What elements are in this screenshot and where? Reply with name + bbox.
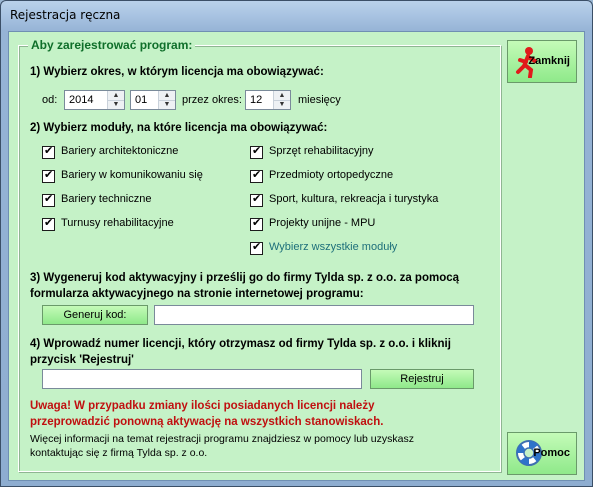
registration-window: Rejestracja ręczna Aby zarejestrować pro… [0, 0, 593, 487]
close-label: Zamknij [528, 55, 570, 67]
checkbox-checked-icon[interactable] [42, 168, 55, 183]
checkbox-checked-icon[interactable] [42, 144, 55, 159]
help-button[interactable]: Pomoc [507, 432, 577, 475]
step4-heading-line2: przycisk 'Rejestruj' [30, 354, 134, 366]
spin-down-icon[interactable]: ▼ [159, 100, 175, 109]
warning-line2: przeprowadzić ponowną aktywację na wszys… [30, 416, 384, 428]
window-title: Rejestracja ręczna [10, 8, 121, 22]
license-number-field[interactable] [42, 369, 362, 389]
activation-code-field[interactable] [154, 305, 474, 325]
info-line1: Więcej informacji na temat rejestracji p… [30, 433, 414, 445]
checkbox-checked-icon[interactable] [250, 168, 263, 183]
step1-heading: 1) Wybierz okres, w którym licencja ma o… [30, 66, 324, 78]
warning-text: Uwaga! W przypadku zmiany ilości posiada… [30, 398, 430, 430]
months-spin-arrows[interactable]: ▲ ▼ [273, 91, 290, 109]
year-spin-arrows[interactable]: ▲ ▼ [107, 91, 124, 109]
client-area: Aby zarejestrować program: 1) Wybierz ok… [8, 31, 585, 481]
spin-down-icon[interactable]: ▼ [274, 100, 290, 109]
warning-line1: Uwaga! W przypadku zmiany ilości posiada… [30, 400, 375, 412]
help-label: Pomoc [533, 447, 570, 459]
months-count-value: 12 [250, 94, 263, 106]
module-label: Sport, kultura, rekreacja i turystyka [269, 193, 439, 205]
step2-heading: 2) Wybierz moduły, na które licencja ma … [30, 122, 328, 134]
month-spinner[interactable]: 01 ▲ ▼ [130, 90, 176, 110]
register-button[interactable]: Rejestruj [370, 369, 474, 389]
module-label: Bariery techniczne [61, 193, 152, 205]
close-button[interactable]: Zamknij [507, 40, 577, 83]
title-bar[interactable]: Rejestracja ręczna [1, 1, 592, 31]
module-label: Projekty unijne - MPU [269, 217, 376, 229]
months-count-spinner[interactable]: 12 ▲ ▼ [245, 90, 291, 110]
step3-heading-line2: formularza aktywacyjnego na stronie inte… [30, 288, 364, 300]
step3-heading-line1: 3) Wygeneruj kod aktywacyjny i prześlij … [30, 272, 460, 284]
info-line2: kontaktując się z firmą Tylda sp. z o.o. [30, 447, 208, 459]
months-unit-label: miesięcy [298, 94, 341, 106]
year-value: 2014 [69, 94, 94, 106]
month-spin-arrows[interactable]: ▲ ▼ [158, 91, 175, 109]
checkbox-checked-icon[interactable] [250, 192, 263, 207]
from-label: od: [42, 94, 58, 106]
group-title: Aby zarejestrować program: [28, 38, 196, 52]
module-label: Bariery architektoniczne [61, 145, 179, 157]
select-all-label: Wybierz wszystkie moduły [269, 241, 398, 253]
module-label: Przedmioty ortopedyczne [269, 169, 394, 181]
checkbox-checked-icon[interactable] [250, 240, 263, 255]
checkbox-checked-icon[interactable] [42, 216, 55, 231]
period-label: przez okres: [182, 94, 242, 106]
month-value: 01 [135, 94, 148, 106]
step4-heading-line1: 4) Wprowadź numer licencji, który otrzym… [30, 338, 451, 350]
checkbox-checked-icon[interactable] [250, 144, 263, 159]
module-label: Turnusy rehabilitacyjne [61, 217, 174, 229]
generate-code-button[interactable]: Generuj kod: [42, 305, 148, 325]
checkbox-checked-icon[interactable] [42, 192, 55, 207]
info-text: Więcej informacji na temat rejestracji p… [30, 432, 485, 460]
module-label: Sprzęt rehabilitacyjny [269, 145, 374, 157]
module-label: Bariery w komunikowaniu się [61, 169, 203, 181]
spin-down-icon[interactable]: ▼ [108, 100, 124, 109]
checkbox-checked-icon[interactable] [250, 216, 263, 231]
year-spinner[interactable]: 2014 ▲ ▼ [64, 90, 125, 110]
